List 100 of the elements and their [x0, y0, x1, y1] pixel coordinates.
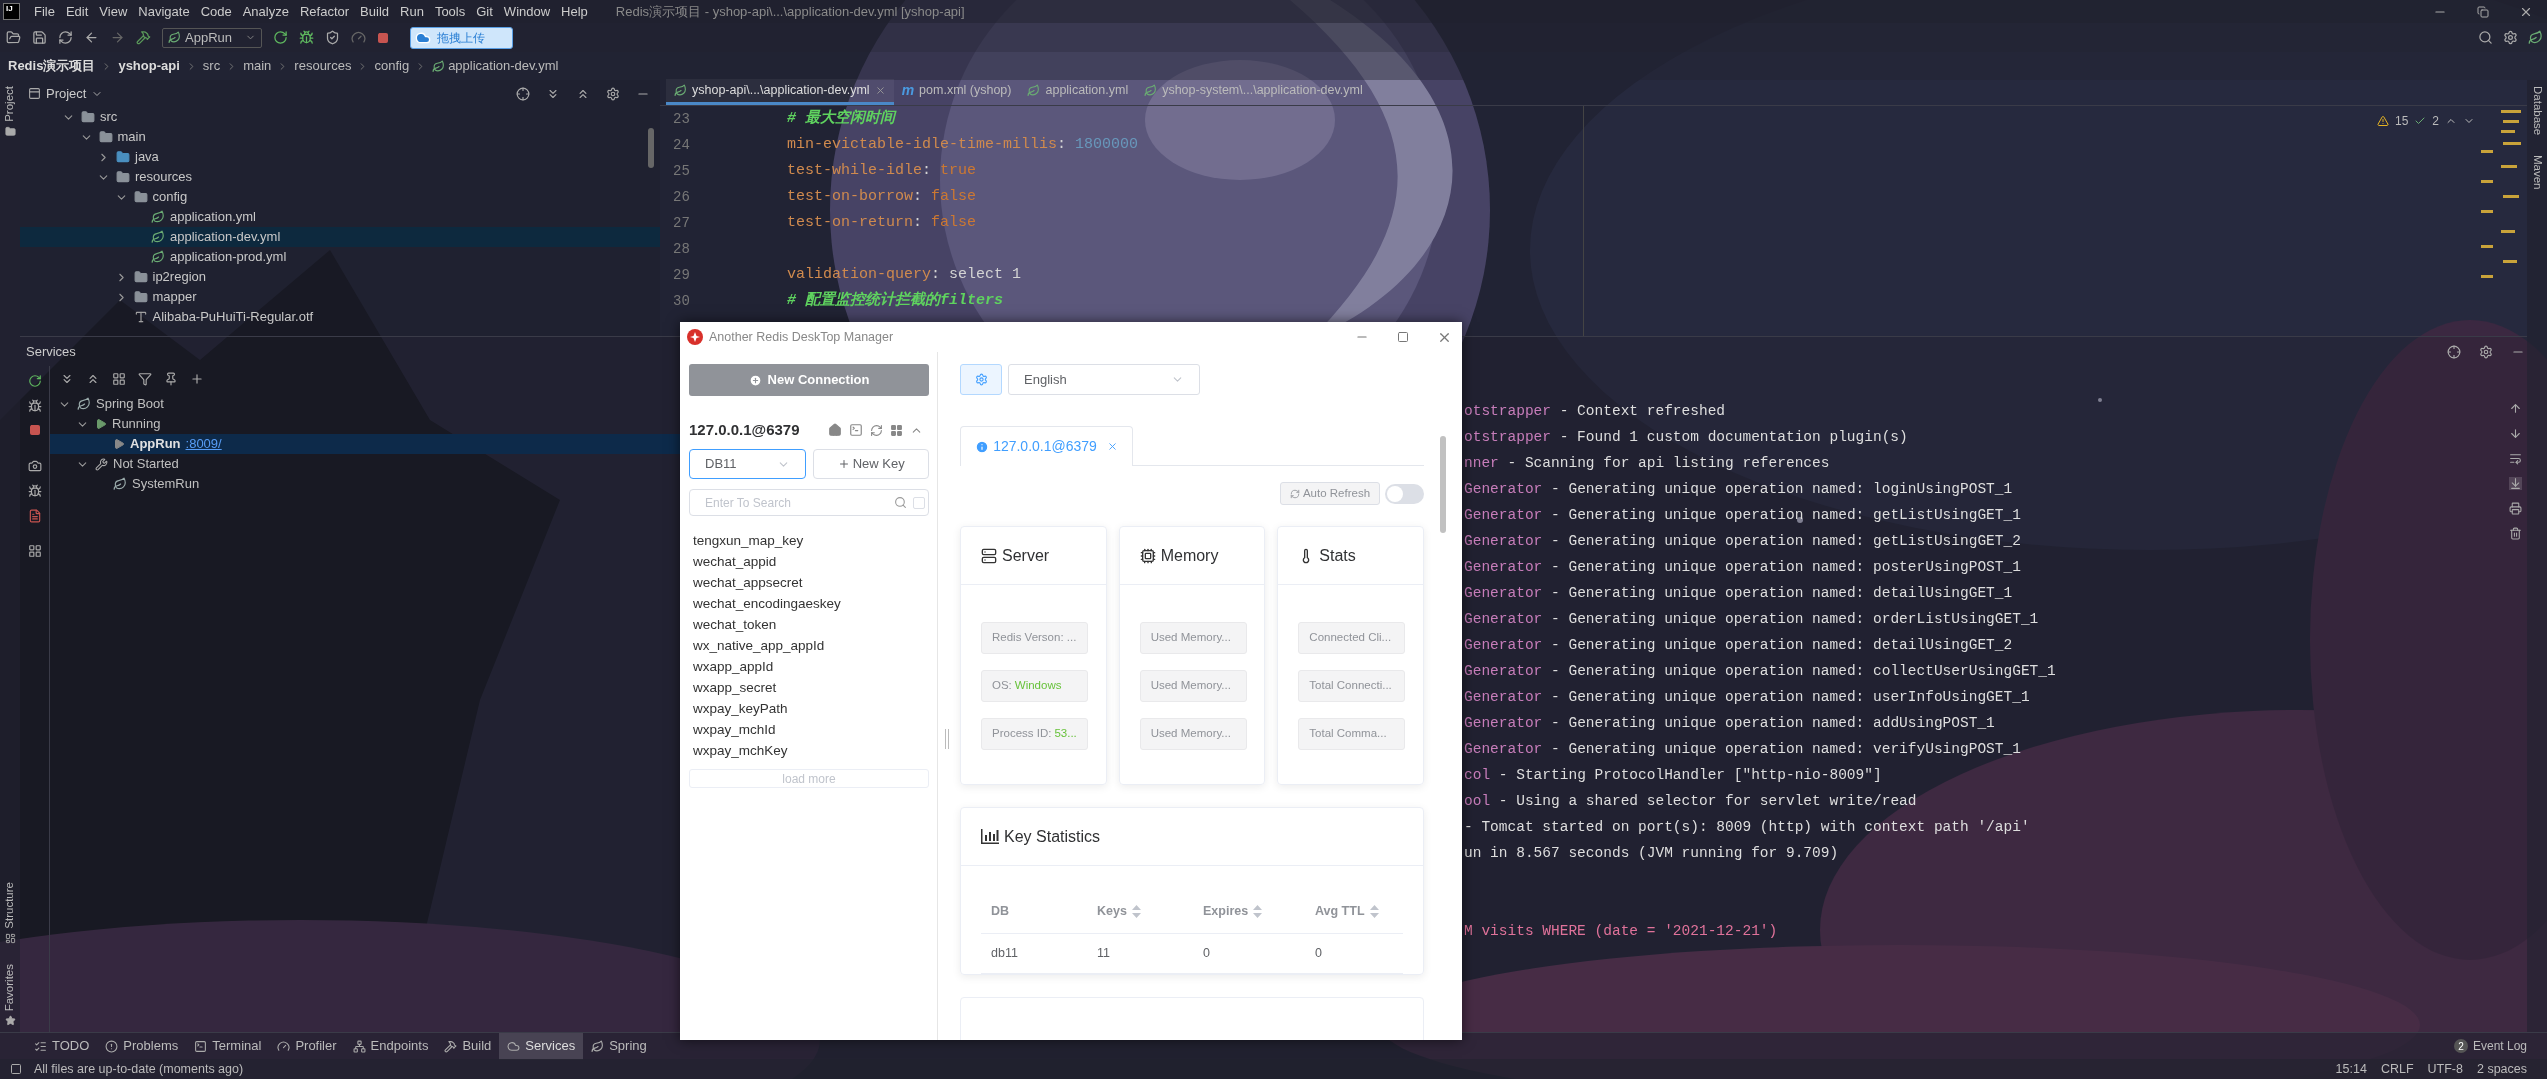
menu-item[interactable]: Help: [561, 1, 588, 22]
key-item[interactable]: wxapp_appId: [689, 656, 929, 677]
tool-window-tab[interactable]: Problems: [97, 1032, 187, 1060]
tree-item[interactable]: config: [20, 187, 660, 207]
key-item[interactable]: wxpay_mchId: [689, 719, 929, 740]
settings-icon[interactable]: [2479, 344, 2493, 359]
menu-item[interactable]: Code: [200, 1, 232, 22]
key-item[interactable]: wxpay_mchKey: [689, 740, 929, 761]
tree-item[interactable]: application-dev.yml: [20, 227, 660, 247]
home-icon[interactable]: [828, 423, 842, 437]
tool-window-button[interactable]: Project: [1, 86, 19, 122]
key-item[interactable]: wx_native_app_appId: [689, 635, 929, 656]
tree-item[interactable]: resources: [20, 167, 660, 187]
sync-icon[interactable]: [58, 30, 73, 45]
tree-item[interactable]: mapper: [20, 287, 660, 307]
restore-icon[interactable]: [2477, 5, 2489, 18]
debug-icon[interactable]: [299, 30, 314, 45]
menu-item[interactable]: Window: [503, 1, 551, 22]
menu-item[interactable]: Build: [360, 1, 389, 22]
caret-position[interactable]: 15:14: [2335, 1059, 2367, 1079]
print-icon[interactable]: [2508, 502, 2522, 515]
tree-item[interactable]: SystemRun: [50, 474, 680, 494]
tree-item[interactable]: Not Started: [50, 454, 680, 474]
key-item[interactable]: wxpay_keyPath: [689, 698, 929, 719]
hammer-icon[interactable]: [136, 30, 151, 45]
locate-icon[interactable]: [2447, 344, 2461, 359]
tool-window-tab[interactable]: Profiler: [269, 1032, 345, 1060]
stop-icon[interactable]: [377, 31, 389, 44]
line-separator[interactable]: CRLF: [2380, 1059, 2414, 1079]
tree-item[interactable]: application-prod.yml: [20, 247, 660, 267]
panel-title[interactable]: Project: [46, 83, 87, 104]
key-item[interactable]: wxapp_secret: [689, 677, 929, 698]
scrollbar[interactable]: [648, 128, 654, 168]
editor-tab[interactable]: m pom.xml (yshop): [893, 79, 1020, 105]
back-icon[interactable]: [84, 30, 99, 45]
menu-item[interactable]: Analyze: [242, 1, 289, 22]
toggle-switch[interactable]: [1385, 483, 1424, 504]
collapse-all-icon[interactable]: [86, 372, 100, 386]
menu-item[interactable]: Refactor: [299, 1, 350, 22]
key-item[interactable]: wechat_appid: [689, 551, 929, 572]
rerun-icon[interactable]: [273, 30, 288, 45]
tool-window-tab[interactable]: Services: [499, 1032, 584, 1060]
tool-window-button[interactable]: Database: [2528, 86, 2546, 136]
locate-icon[interactable]: [516, 86, 530, 101]
stop-icon[interactable]: [28, 424, 41, 436]
add-icon[interactable]: [190, 372, 204, 386]
tree-item[interactable]: src: [20, 107, 660, 127]
open-folder-icon[interactable]: [6, 30, 21, 45]
camera-icon[interactable]: [27, 459, 42, 473]
settings-icon[interactable]: [606, 86, 620, 101]
tree-item[interactable]: ip2region: [20, 267, 660, 287]
up-icon[interactable]: [2508, 402, 2522, 415]
tool-window-tab[interactable]: TODO: [26, 1032, 98, 1060]
tool-window-tab[interactable]: Endpoints: [344, 1032, 437, 1060]
tool-window-tab[interactable]: Spring: [583, 1032, 655, 1060]
debug-icon[interactable]: [27, 399, 42, 413]
breadcrumb-item[interactable]: application-dev.yml: [432, 56, 559, 76]
key-item[interactable]: wechat_token: [689, 614, 929, 635]
breadcrumb-item[interactable]: yshop-api: [118, 56, 180, 76]
resize-handle[interactable]: [945, 729, 949, 749]
tool-window-tab[interactable]: Build: [436, 1032, 500, 1060]
save-icon[interactable]: [32, 30, 47, 45]
profiler-icon[interactable]: [351, 30, 366, 45]
tool-window-button[interactable]: Favorites: [1, 963, 19, 1011]
tree-item[interactable]: Alibaba-PuHuiTi-Regular.otf: [20, 307, 660, 327]
search-icon[interactable]: [2478, 30, 2493, 45]
search-field[interactable]: Enter To Search: [689, 489, 929, 516]
group-icon[interactable]: [112, 372, 126, 386]
indent-setting[interactable]: 2 spaces: [2476, 1059, 2527, 1079]
breadcrumb-item[interactable]: resources: [294, 56, 352, 76]
tree-item[interactable]: application.yml: [20, 207, 660, 227]
menu-item[interactable]: Git: [476, 1, 493, 22]
layout-icon[interactable]: [27, 544, 42, 558]
tree-item[interactable]: Spring Boot: [50, 394, 680, 414]
scroll-to-end-icon[interactable]: [2508, 477, 2522, 490]
menu-item[interactable]: Tools: [434, 1, 466, 22]
pin-icon[interactable]: [164, 372, 178, 386]
breadcrumb-item[interactable]: main: [243, 56, 272, 76]
down-icon[interactable]: [2508, 427, 2522, 440]
tree-item[interactable]: main: [20, 127, 660, 147]
debug-icon[interactable]: [27, 484, 42, 498]
expand-all-icon[interactable]: [60, 372, 74, 386]
tool-window-tab[interactable]: Terminal: [186, 1032, 270, 1060]
refresh-icon[interactable]: [870, 423, 883, 437]
terminal-icon[interactable]: [849, 423, 863, 437]
menu-item[interactable]: Run: [400, 1, 424, 22]
key-item[interactable]: wechat_encodingaeskey: [689, 593, 929, 614]
new-key-button[interactable]: New Key: [813, 449, 929, 479]
checkbox[interactable]: [913, 496, 925, 509]
wrap-icon[interactable]: [2508, 452, 2522, 465]
port-link[interactable]: :8009/: [185, 434, 222, 454]
rerun-icon[interactable]: [27, 374, 42, 388]
maximize-icon[interactable]: [1397, 331, 1409, 343]
tree-item[interactable]: AppRun :8009/: [50, 434, 680, 454]
breadcrumb-item[interactable]: Redis演示项目: [8, 56, 96, 76]
breadcrumb-item[interactable]: config: [374, 56, 410, 76]
menu-item[interactable]: View: [99, 1, 128, 22]
key-item[interactable]: tengxun_map_key: [689, 530, 929, 551]
trash-icon[interactable]: [2508, 527, 2522, 540]
file-encoding[interactable]: UTF-8: [2427, 1059, 2463, 1079]
